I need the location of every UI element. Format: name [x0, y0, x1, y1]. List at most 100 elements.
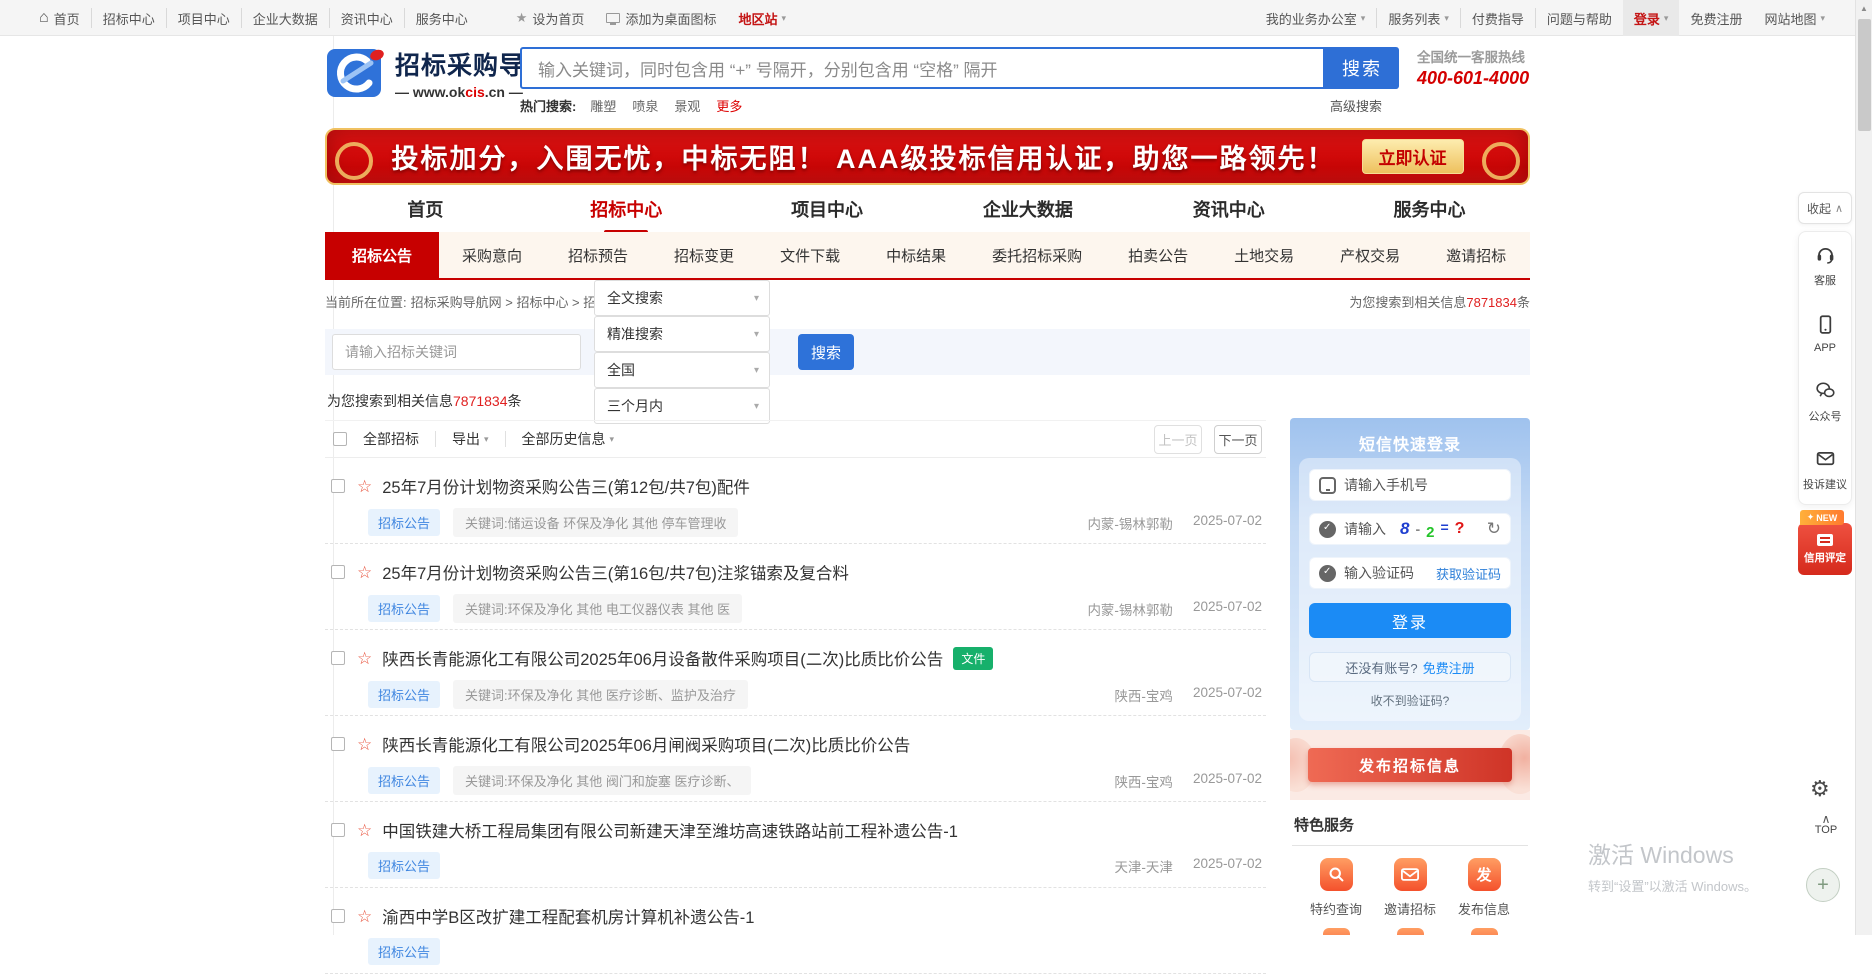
login-button[interactable]: 登录	[1309, 603, 1511, 638]
export-menu[interactable]: 导出▾	[435, 431, 505, 447]
next-page-button[interactable]: 下一页	[1214, 425, 1262, 454]
main-nav-item-3[interactable]: 企业大数据	[927, 193, 1128, 232]
row-checkbox[interactable]	[331, 823, 345, 837]
sms-code-input[interactable]: 输入验证码 获取验证码	[1309, 557, 1511, 589]
topbar-right-item-3[interactable]: 问题与帮助	[1535, 8, 1623, 28]
select-all-checkbox[interactable]	[333, 432, 347, 446]
topbar-right-item-0[interactable]: 我的业务办公室▾	[1255, 8, 1377, 28]
sub-nav-item-1[interactable]: 采购意向	[439, 232, 545, 278]
captcha-input[interactable]: 请输入 8 - 2 = ? ↻	[1309, 513, 1511, 545]
announcement-title-link[interactable]: 25年7月份计划物资采购公告三(第12包/共7包)配件	[382, 474, 750, 498]
service-secondary-0[interactable]: V	[1304, 928, 1368, 935]
service-secondary-1[interactable]: 定	[1378, 928, 1442, 935]
hot-keyword-1[interactable]: 喷泉	[632, 99, 658, 114]
topbar-right-item-1[interactable]: 服务列表▾	[1376, 8, 1460, 28]
star-icon[interactable]: ☆	[357, 650, 372, 667]
advanced-search-link[interactable]: 高级搜索	[1330, 96, 1382, 115]
hot-keyword-0[interactable]: 雕塑	[590, 99, 616, 114]
hot-more-link[interactable]: 更多	[716, 96, 742, 115]
settings-gear-icon[interactable]: ⚙	[1810, 776, 1830, 802]
rail-item-3[interactable]: 投诉建议	[1799, 436, 1851, 504]
history-menu[interactable]: 全部历史信息▾	[505, 431, 631, 447]
main-search-input[interactable]: 输入关键词，同时包含用 “+” 号隔开，分别包含用 “空格” 隔开	[520, 47, 1325, 89]
sub-nav-item-2[interactable]: 招标预告	[545, 232, 651, 278]
region-select[interactable]: 全国▾	[594, 352, 770, 388]
topbar-left-item-8[interactable]: 地区站▾	[727, 8, 797, 28]
rail-item-0[interactable]: 客服	[1799, 232, 1851, 300]
category-tag[interactable]: 招标公告	[368, 509, 440, 536]
topbar-right-item-6[interactable]: 网站地图▾	[1753, 8, 1836, 28]
promo-banner[interactable]: 投标加分，入围无忧，中标无阻！ AAA级投标信用认证，助您一路领先！ 立即认证	[325, 128, 1530, 185]
back-to-top-button[interactable]: ∧ TOP	[1806, 814, 1846, 836]
sub-nav-item-4[interactable]: 文件下载	[757, 232, 863, 278]
sub-nav-item-0[interactable]: 招标公告	[325, 232, 439, 278]
publish-tender-button[interactable]: 发布招标信息	[1308, 748, 1512, 782]
star-icon[interactable]: ☆	[357, 564, 372, 581]
row-checkbox[interactable]	[331, 651, 345, 665]
filter-search-button[interactable]: 搜索	[798, 334, 854, 370]
phone-input[interactable]: 请输入手机号	[1309, 469, 1511, 501]
announcement-title-link[interactable]: 陕西长青能源化工有限公司2025年06月设备散件采购项目(二次)比质比价公告	[382, 646, 943, 670]
credit-rating-entry[interactable]: ✦NEW 信用评定	[1798, 510, 1852, 577]
topbar-left-item-0[interactable]: 首页	[28, 8, 91, 28]
register-link[interactable]: 免费注册	[1423, 658, 1475, 677]
main-search-button[interactable]: 搜索	[1325, 47, 1399, 89]
sub-nav-item-7[interactable]: 拍卖公告	[1105, 232, 1211, 278]
topbar-left-item-1[interactable]: 招标中心	[91, 8, 166, 28]
service-secondary-2[interactable]	[1452, 928, 1516, 935]
main-nav-item-5[interactable]: 服务中心	[1329, 193, 1530, 232]
scrollbar-thumb[interactable]	[1858, 19, 1871, 131]
hot-keyword-2[interactable]: 景观	[674, 99, 700, 114]
quick-add-button[interactable]: +	[1806, 868, 1840, 902]
main-nav-item-1[interactable]: 招标中心	[526, 193, 727, 232]
star-icon[interactable]: ☆	[357, 478, 372, 495]
star-icon[interactable]: ☆	[357, 736, 372, 753]
row-checkbox[interactable]	[331, 565, 345, 579]
topbar-left-item-6[interactable]: 设为首页	[505, 8, 596, 28]
sub-nav-item-8[interactable]: 土地交易	[1211, 232, 1317, 278]
row-checkbox[interactable]	[331, 737, 345, 751]
main-nav-item-2[interactable]: 项目中心	[727, 193, 928, 232]
row-checkbox[interactable]	[331, 479, 345, 493]
topbar-left-item-3[interactable]: 企业大数据	[241, 8, 329, 28]
prev-page-button[interactable]: 上一页	[1154, 425, 1202, 454]
page-scrollbar[interactable]: ▲	[1855, 0, 1872, 935]
main-nav-item-4[interactable]: 资讯中心	[1128, 193, 1329, 232]
service-item-2[interactable]: 发发布信息	[1452, 858, 1516, 918]
topbar-right-item-4[interactable]: 登录▾	[1623, 0, 1680, 36]
announcement-title-link[interactable]: 陕西长青能源化工有限公司2025年06月闸阀采购项目(二次)比质比价公告	[382, 732, 910, 756]
category-tag[interactable]: 招标公告	[368, 852, 440, 879]
topbar-left-item-4[interactable]: 资讯中心	[329, 8, 404, 28]
topbar-right-item-5[interactable]: 免费注册	[1679, 8, 1753, 28]
sub-nav-item-10[interactable]: 邀请招标	[1423, 232, 1529, 278]
rail-item-1[interactable]: APP	[1799, 300, 1851, 368]
service-item-0[interactable]: 特约查询	[1304, 858, 1368, 918]
keyword-filter-input[interactable]: 请输入招标关键词	[332, 334, 581, 370]
fulltext-search-select[interactable]: 全文搜索▾	[594, 280, 770, 316]
rail-item-2[interactable]: 公众号	[1799, 368, 1851, 436]
category-tag[interactable]: 招标公告	[368, 767, 440, 794]
main-nav-item-0[interactable]: 首页	[325, 193, 526, 232]
sub-nav-item-9[interactable]: 产权交易	[1317, 232, 1423, 278]
get-code-link[interactable]: 获取验证码	[1436, 564, 1501, 583]
topbar-left-item-2[interactable]: 项目中心	[166, 8, 241, 28]
announcement-title-link[interactable]: 25年7月份计划物资采购公告三(第16包/共7包)注浆锚索及复合料	[382, 560, 849, 584]
rail-collapse-button[interactable]: 收起 ∧	[1798, 192, 1852, 224]
category-tag[interactable]: 招标公告	[368, 595, 440, 622]
topbar-left-item-7[interactable]: 添加为桌面图标	[595, 8, 727, 28]
category-tag[interactable]: 招标公告	[368, 681, 440, 708]
announcement-title-link[interactable]: 中国铁建大桥工程局集团有限公司新建天津至潍坊高速铁路站前工程补遗公告-1	[382, 818, 958, 842]
service-item-1[interactable]: 邀请招标	[1378, 858, 1442, 918]
topbar-left-item-5[interactable]: 服务中心	[404, 8, 479, 28]
captcha-refresh-icon[interactable]: ↻	[1487, 519, 1501, 539]
sub-nav-item-6[interactable]: 委托招标采购	[969, 232, 1105, 278]
precise-search-select[interactable]: 精准搜索▾	[594, 316, 770, 352]
topbar-right-item-2[interactable]: 付费指导	[1460, 8, 1535, 28]
certify-now-button[interactable]: 立即认证	[1362, 139, 1464, 174]
star-icon[interactable]: ☆	[357, 822, 372, 839]
scrollbar-up-arrow[interactable]: ▲	[1856, 0, 1872, 17]
sub-nav-item-5[interactable]: 中标结果	[863, 232, 969, 278]
file-badge[interactable]: 文件	[953, 647, 993, 670]
announcement-title-link[interactable]: 渝西中学B区改扩建工程配套机房计算机补遗公告-1	[382, 904, 754, 928]
star-icon[interactable]: ☆	[357, 908, 372, 925]
